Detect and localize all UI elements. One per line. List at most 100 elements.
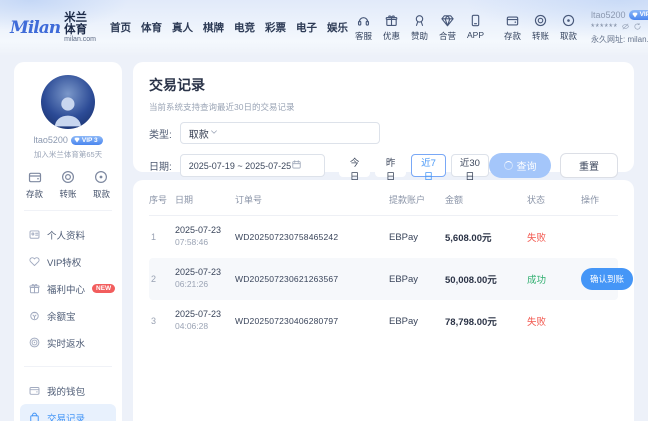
navbar-action[interactable]: 存款 [500,13,525,42]
filter-panel: 交易记录 当前系统支持查询最近30日的交易记录 类型: 取款 日期: 2025-… [133,62,634,172]
sidebar-quick-action[interactable]: 取款 [93,169,110,200]
nav-link[interactable]: 体育 [141,20,162,35]
target-icon [28,336,41,349]
profile-name-row: ltao5200 VIP 3 [14,135,122,145]
person-silhouette-icon [49,91,87,129]
date-preset-button[interactable]: 昨日 [375,154,406,177]
nav-link[interactable]: 真人 [172,20,193,35]
row-account: EBPay [389,274,443,285]
date-preset-button[interactable]: 近7日 [411,154,446,177]
date-label: 日期: [149,158,172,173]
date-range-presets: 今日昨日近7日近30日 [339,154,489,177]
table-row: 12025-07-2307:58:46WD202507230758465242E… [149,216,618,258]
filter-actions: 查询 重置 [489,153,618,178]
gem-icon [632,12,638,18]
sidebar-item-label: 我的钱包 [47,384,85,398]
navbar-action[interactable]: 取款 [556,13,581,42]
sidebar-item-label: 个人资料 [47,228,85,242]
transfer-icon [60,169,76,185]
date-filter-row: 日期: 2025-07-19 ~ 2025-07-25 今日昨日近7日近30日 … [149,153,618,178]
navbar-action-label: 合营 [439,30,456,42]
username: ltao5200 [591,10,626,21]
date-preset-button[interactable]: 今日 [339,154,370,177]
logo-script-text: Milan [10,18,60,38]
quick-action-label: 存款 [26,188,43,200]
date-range-input[interactable]: 2025-07-19 ~ 2025-07-25 [180,154,325,177]
sidebar-item[interactable]: 余额宝 [20,302,116,329]
navbar-action[interactable]: 转账 [528,13,553,42]
row-index: 2 [149,274,173,284]
sidebar-item[interactable]: 交易记录 [20,404,116,421]
navbar-action-label: 转账 [532,30,549,42]
row-date: 2025-07-2304:06:28 [175,309,233,333]
withdraw-icon [93,169,109,185]
date-preset-button[interactable]: 近30日 [451,154,489,177]
table-column-header: 状态 [527,193,579,206]
coin-icon [28,309,41,322]
navbar-action-label: APP [467,30,484,40]
navbar-action[interactable]: 优惠 [379,13,404,42]
nav-link[interactable]: 娱乐 [327,20,348,35]
refresh-icon [633,22,642,31]
logo-text: 米兰体育 milan.com [64,12,96,43]
phone-icon [468,13,483,28]
brand-logo[interactable]: Milan 米兰体育 milan.com [10,12,96,43]
table-column-header: 提款账户 [389,193,443,206]
row-status: 成功 [527,272,579,286]
wallet-icon [28,384,41,397]
logo-domain-text: milan.com [64,36,96,43]
sidebar-item[interactable]: 实时返水 [20,329,116,356]
nav-link[interactable]: 电竞 [234,20,255,35]
reset-button[interactable]: 重置 [560,153,618,178]
row-account: EBPay [389,232,443,243]
sidebar-item[interactable]: 福利中心NEW [20,275,116,302]
nav-link[interactable]: 棋牌 [203,20,224,35]
navbar-action-label: 优惠 [383,30,400,42]
vip-heart-icon [28,255,41,268]
quick-action-label: 转账 [59,188,76,200]
sidebar-item-label: 余额宝 [47,309,76,323]
table-column-header: 金额 [445,193,525,206]
refresh-balance-button[interactable] [633,22,642,34]
sidebar: ltao5200 VIP 3 加入米兰体育第65天 存款转账取款 个人资料VIP… [14,62,122,421]
sidebar-item[interactable]: 个人资料 [20,221,116,248]
withdraw-icon [561,13,576,28]
nav-link[interactable]: 电子 [296,20,317,35]
sidebar-item-label: VIP特权 [47,255,81,269]
navbar-action[interactable]: 合营 [435,13,460,42]
gift-icon [28,282,41,295]
hide-balance-toggle[interactable] [621,22,630,34]
row-order-number: WD202507230406280797 [235,316,387,326]
type-filter-row: 类型: 取款 [149,122,618,144]
table-header-row: 序号日期订单号提款账户金额状态操作 [149,184,618,216]
type-select[interactable]: 取款 [180,122,380,144]
nav-link[interactable]: 首页 [110,20,131,35]
sidebar-item[interactable]: VIP特权 [20,248,116,275]
page-subtitle: 当前系统支持查询最近30日的交易记录 [149,101,618,113]
vip-level-text: VIP 3 [82,137,98,144]
search-button[interactable]: 查询 [489,153,551,178]
site-url-label: 永久网址: milan.com [591,35,648,45]
navbar-action[interactable]: 客服 [351,13,376,42]
avatar[interactable] [41,75,95,129]
balance-row: ****** [591,22,648,34]
top-navbar: Milan 米兰体育 milan.com 首页体育真人棋牌电竞彩票电子娱乐 客服… [0,0,648,55]
nav-link[interactable]: 彩票 [265,20,286,35]
row-amount: 50,008.00元 [445,272,525,286]
sidebar-quick-action[interactable]: 转账 [59,169,76,200]
calendar-icon [291,159,302,170]
row-order-number: WD202507230758465242 [235,232,387,242]
sidebar-item[interactable]: 我的钱包 [20,377,116,404]
row-amount: 5,608.00元 [445,230,525,244]
divider [24,366,112,367]
sidebar-quick-action[interactable]: 存款 [26,169,43,200]
navbar-action[interactable]: 赞助 [407,13,432,42]
records-icon [28,411,41,421]
navbar-action[interactable]: APP [463,13,488,42]
username: ltao5200 [33,135,68,145]
gift-icon [384,13,399,28]
wallet-icon [27,169,43,185]
date-range-value: 2025-07-19 ~ 2025-07-25 [189,161,291,171]
chevron-down-icon [209,127,219,137]
confirm-receipt-button[interactable]: 确认到账 [581,268,633,290]
